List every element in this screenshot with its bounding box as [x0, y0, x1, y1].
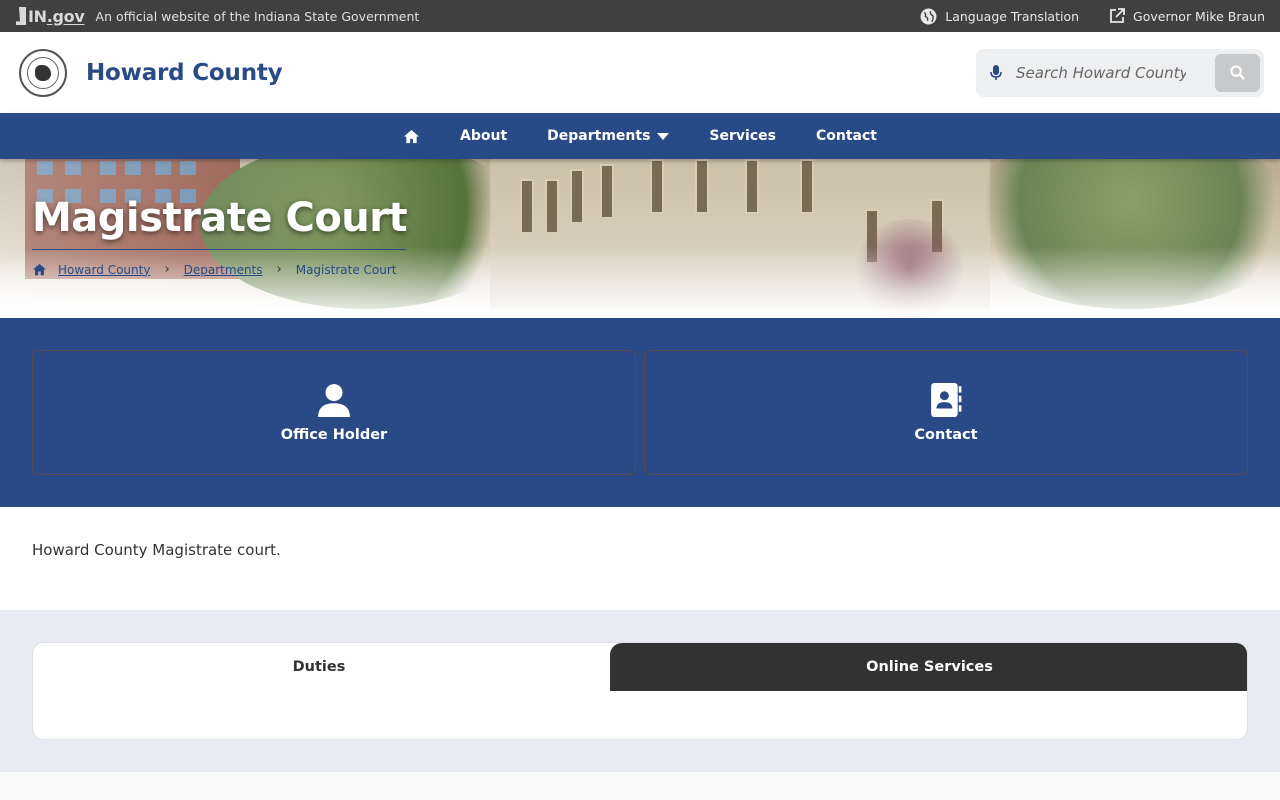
breadcrumb-current: Magistrate Court: [295, 262, 397, 277]
globe-icon: [920, 8, 937, 24]
governor-link[interactable]: Governor Mike Braun: [1109, 8, 1265, 24]
nav-services[interactable]: Services: [689, 128, 796, 144]
external-link-icon: [1110, 8, 1125, 23]
seal-emblem: [35, 64, 51, 81]
contact-card-label: Contact: [914, 426, 978, 443]
language-translation-label: Language Translation: [945, 8, 1080, 24]
nav-contact[interactable]: Contact: [796, 128, 897, 144]
nav-departments-label: Departments: [547, 128, 651, 144]
indiana-shape-icon: [16, 7, 26, 25]
hero-banner: Magistrate Court Howard County › Departm…: [0, 159, 1280, 318]
language-translation-link[interactable]: Language Translation: [920, 8, 1079, 25]
nav-home[interactable]: [383, 129, 440, 144]
page-bottom: [0, 772, 1280, 800]
tabs-section: Duties Online Services: [0, 610, 1280, 772]
main-nav: About Departments Services Contact: [0, 113, 1280, 159]
caret-down-icon: [657, 132, 670, 140]
in-gov-logo[interactable]: IN .gov: [16, 7, 85, 26]
site-title[interactable]: Howard County: [86, 60, 283, 86]
search-input[interactable]: [1016, 63, 1186, 82]
breadcrumb-chevron-icon: ›: [164, 262, 170, 277]
breadcrumb-link-departments[interactable]: Departments: [184, 263, 263, 277]
official-site-text: An official website of the Indiana State…: [95, 8, 420, 24]
logo-in-text: IN: [28, 6, 47, 26]
home-icon[interactable]: [32, 263, 47, 276]
page-title: Magistrate Court: [32, 195, 408, 241]
microphone-icon[interactable]: [990, 64, 1002, 81]
tabs-panel: Duties Online Services: [32, 642, 1248, 740]
site-header: Howard County: [0, 32, 1280, 113]
search-box: [976, 48, 1264, 97]
contact-card[interactable]: Contact: [644, 350, 1248, 475]
nav-departments[interactable]: Departments: [527, 128, 689, 144]
user-icon: [318, 383, 350, 417]
quick-links-section: Office Holder Contact: [0, 318, 1280, 507]
address-book-icon: [931, 382, 962, 417]
nav-about[interactable]: About: [440, 128, 527, 144]
description-section: Howard County Magistrate court.: [0, 507, 1280, 610]
title-divider: [32, 249, 406, 250]
tab-online-services[interactable]: Online Services: [610, 643, 1247, 691]
breadcrumb-link-howard-county[interactable]: Howard County: [58, 263, 150, 277]
home-icon: [404, 129, 420, 143]
logo-gov-text: .gov: [46, 6, 85, 26]
county-seal-logo[interactable]: [19, 48, 67, 97]
governor-label: Governor Mike Braun: [1133, 8, 1265, 24]
state-bar: IN .gov An official website of the Indian…: [0, 0, 1280, 32]
breadcrumb-chevron-icon: ›: [276, 262, 282, 277]
search-button[interactable]: [1215, 53, 1260, 92]
breadcrumb: Howard County › Departments › Magistrate…: [32, 262, 397, 277]
search-icon: [1230, 65, 1245, 80]
department-description: Howard County Magistrate court.: [32, 541, 281, 559]
office-holder-label: Office Holder: [280, 426, 388, 443]
tab-duties[interactable]: Duties: [33, 643, 605, 691]
office-holder-card[interactable]: Office Holder: [32, 350, 636, 475]
